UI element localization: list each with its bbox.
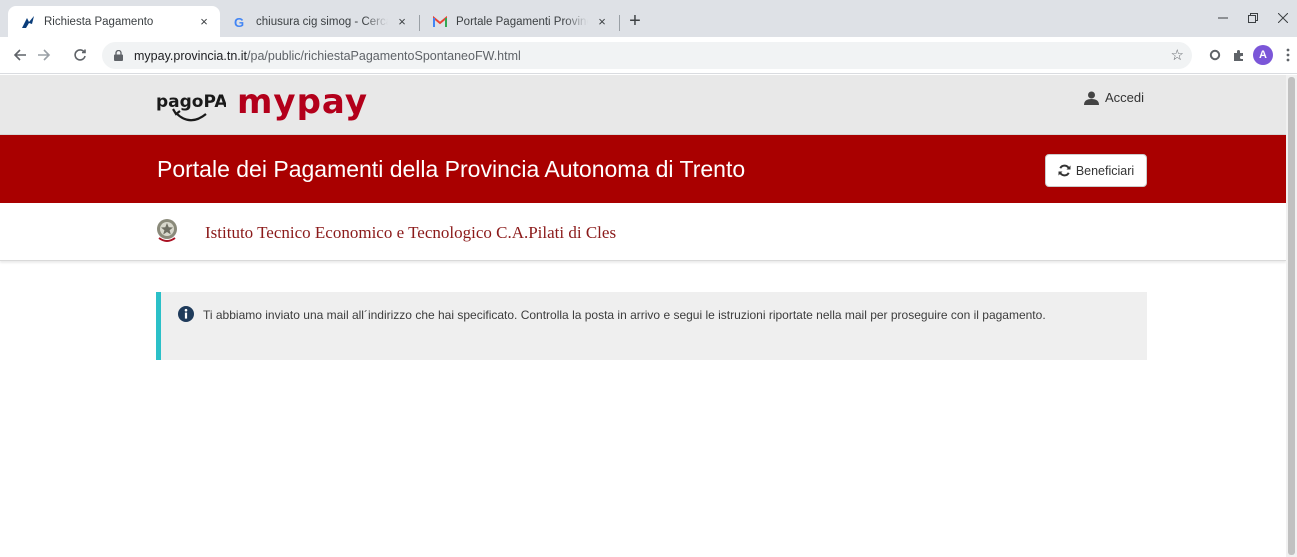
google-favicon-icon: G bbox=[232, 14, 248, 30]
url-path: /pa/public/richiestaPagamentoSpontaneoFW… bbox=[247, 48, 521, 63]
browser-toolbar: mypay.provincia.tn.it/pa/public/richiest… bbox=[0, 37, 1297, 74]
pagopa-logo[interactable]: pagoPA bbox=[156, 87, 226, 127]
page: pagoPA mypay Accedi Portale dei Pagament… bbox=[0, 75, 1286, 557]
svg-text:G: G bbox=[234, 15, 244, 29]
scrollbar-thumb[interactable] bbox=[1288, 77, 1295, 555]
forward-button[interactable] bbox=[34, 45, 54, 65]
beneficiari-button[interactable]: Beneficiari bbox=[1045, 154, 1147, 187]
close-tab-icon[interactable]: × bbox=[594, 14, 610, 30]
back-button[interactable] bbox=[10, 45, 30, 65]
pagopa-logo-text: pagoPA bbox=[156, 92, 226, 112]
profile-avatar[interactable]: A bbox=[1253, 45, 1273, 65]
browser-menu-icon[interactable] bbox=[1278, 45, 1297, 65]
tab-richiesta-pagamento[interactable]: Richiesta Pagamento × bbox=[8, 6, 220, 37]
minimize-window-button[interactable] bbox=[1208, 6, 1238, 30]
ente-name: Istituto Tecnico Economico e Tecnologico… bbox=[205, 223, 617, 242]
login-label: Accedi bbox=[1105, 90, 1145, 105]
tab-google-search[interactable]: G chiusura cig simog - Cerca con Google … bbox=[220, 6, 418, 37]
url-host: mypay.provincia.tn.it bbox=[134, 48, 248, 63]
extension-circle-icon[interactable] bbox=[1205, 45, 1225, 65]
tab-title: Richiesta Pagamento bbox=[44, 15, 154, 28]
site-header: pagoPA mypay Accedi bbox=[0, 75, 1286, 135]
new-tab-button[interactable]: + bbox=[624, 11, 646, 33]
beneficiari-label: Beneficiari bbox=[1075, 163, 1135, 178]
ente-header: Istituto Tecnico Economico e Tecnologico… bbox=[0, 203, 1286, 261]
alert-message: Ti abbiamo inviato una mail all´indirizz… bbox=[203, 308, 1046, 322]
portal-title: Portale dei Pagamenti della Provincia Au… bbox=[157, 156, 746, 182]
browser-tab-strip: Richiesta Pagamento × G chiusura cig sim… bbox=[0, 0, 1297, 37]
bookmark-star-icon[interactable]: ☆ bbox=[1171, 46, 1184, 64]
refresh-icon bbox=[1058, 164, 1071, 177]
restore-window-button[interactable] bbox=[1238, 6, 1268, 30]
info-alert: Ti abbiamo inviato una mail all´indirizz… bbox=[156, 292, 1147, 360]
mypay-logo[interactable]: mypay bbox=[237, 84, 368, 120]
address-bar[interactable]: mypay.provincia.tn.it/pa/public/richiest… bbox=[102, 42, 1192, 69]
page-scrollbar[interactable] bbox=[1286, 75, 1297, 557]
close-window-button[interactable] bbox=[1268, 6, 1297, 30]
tab-separator bbox=[619, 15, 620, 31]
italian-emblem-icon bbox=[157, 219, 177, 242]
lock-icon bbox=[114, 50, 124, 62]
gmail-favicon-icon bbox=[432, 14, 448, 30]
close-tab-icon[interactable]: × bbox=[196, 14, 212, 30]
portal-banner: Portale dei Pagamenti della Provincia Au… bbox=[0, 135, 1286, 203]
tab-title: Portale Pagamenti Provincia autonoma bbox=[456, 15, 588, 28]
login-link[interactable]: Accedi bbox=[1084, 90, 1144, 105]
user-icon bbox=[1084, 91, 1099, 105]
reload-button[interactable] bbox=[70, 45, 90, 65]
mypay-favicon-icon bbox=[20, 14, 36, 30]
info-icon bbox=[178, 306, 194, 322]
url-text: mypay.provincia.tn.it/pa/public/richiest… bbox=[134, 49, 521, 63]
close-tab-icon[interactable]: × bbox=[394, 14, 410, 30]
extensions-puzzle-icon[interactable] bbox=[1228, 45, 1248, 65]
tab-title: chiusura cig simog - Cerca con Google bbox=[256, 15, 388, 28]
tab-portale-pagamenti[interactable]: Portale Pagamenti Provincia autonoma × bbox=[420, 6, 618, 37]
